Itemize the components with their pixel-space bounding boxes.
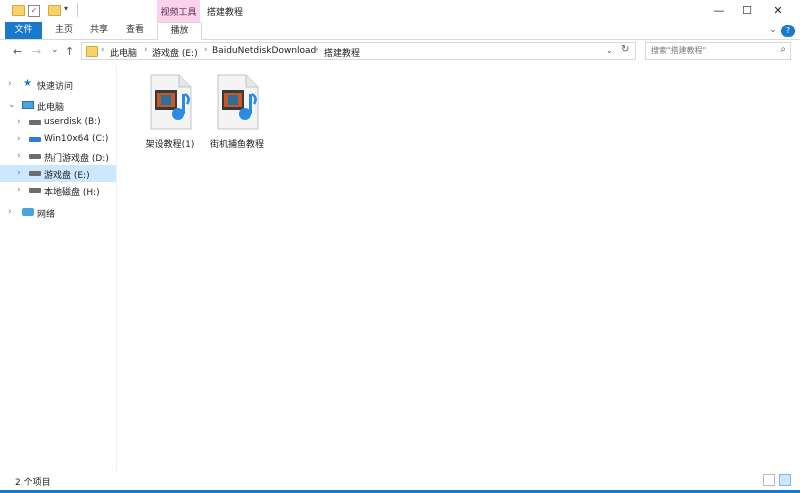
nav-quick-access[interactable]: › ★ 快速访问 xyxy=(0,76,116,93)
maximize-button[interactable]: ☐ xyxy=(731,0,763,22)
chevron-right-icon: › xyxy=(144,45,148,55)
nav-this-pc-label: 此电脑 xyxy=(37,103,65,113)
file-name: 架设教程(1) xyxy=(145,140,195,150)
drive-icon xyxy=(29,171,41,176)
chevron-right-icon[interactable]: › xyxy=(17,185,21,195)
nav-drive-label: 游戏盘 (E:) xyxy=(44,171,90,181)
close-button[interactable]: ✕ xyxy=(762,0,794,22)
item-count: 2 个项目 xyxy=(15,478,51,488)
help-icon[interactable]: ? xyxy=(781,25,795,37)
nav-drive-label: Win10x64 (C:) xyxy=(44,134,109,144)
breadcrumb-drive-e[interactable]: 游戏盘 (E:) xyxy=(152,46,198,59)
nav-network-label: 网络 xyxy=(37,210,56,220)
nav-drive-label: userdisk (B:) xyxy=(44,117,101,127)
drive-icon xyxy=(29,120,41,125)
chevron-right-icon: › xyxy=(315,45,319,55)
search-input[interactable] xyxy=(651,46,771,55)
chevron-right-icon: › xyxy=(204,45,208,55)
folder-icon xyxy=(12,5,25,16)
toolbar-divider xyxy=(77,3,78,17)
chevron-right-icon[interactable]: › xyxy=(17,134,21,144)
file-name: 街机捕鱼教程 xyxy=(209,140,264,150)
customize-toolbar-icon[interactable]: ▾ xyxy=(64,4,75,15)
nav-drive-label: 热门游戏盘 (D:) xyxy=(44,154,109,164)
video-file-icon xyxy=(217,74,259,130)
chevron-right-icon[interactable]: › xyxy=(8,207,12,217)
file-list: 架设教程(1) 街机捕鱼教程 xyxy=(117,66,800,471)
video-file-icon xyxy=(150,74,192,130)
tab-view[interactable]: 查看 xyxy=(120,22,150,39)
context-tab-group: 视频工具 xyxy=(157,0,200,22)
tab-home[interactable]: 主页 xyxy=(49,22,79,39)
address-bar[interactable]: › 此电脑 › 游戏盘 (E:) › BaiduNetdiskDownload … xyxy=(81,42,636,60)
address-row: ← → ⌄ ↑ › 此电脑 › 游戏盘 (E:) › BaiduNetdiskD… xyxy=(0,40,800,62)
search-icon: ⌕ xyxy=(780,44,786,55)
nav-quick-access-label: 快速访问 xyxy=(37,82,74,92)
address-dropdown-icon[interactable]: ⌄ xyxy=(606,46,613,55)
nav-drive-c[interactable]: › Win10x64 (C:) xyxy=(0,131,116,148)
back-icon[interactable]: ← xyxy=(13,45,22,58)
system-drive-icon xyxy=(29,137,41,142)
star-icon: ★ xyxy=(23,78,32,89)
nav-network[interactable]: › 网络 xyxy=(0,204,116,221)
computer-icon xyxy=(22,101,34,109)
forward-icon[interactable]: → xyxy=(32,45,41,58)
nav-drive-label: 本地磁盘 (H:) xyxy=(44,188,100,198)
properties-icon[interactable]: ✓ xyxy=(28,5,40,17)
breadcrumb-baidu[interactable]: BaiduNetdiskDownload xyxy=(212,46,316,56)
nav-drive-h[interactable]: › 本地磁盘 (H:) xyxy=(0,182,116,199)
chevron-right-icon[interactable]: › xyxy=(8,79,12,89)
file-item[interactable]: 街机捕鱼教程 xyxy=(202,74,272,164)
navigation-pane: › ★ 快速访问 ⌄ 此电脑 › userdisk (B:) › Win10x6… xyxy=(0,66,117,471)
context-tab-group-label: 视频工具 xyxy=(160,8,197,18)
nav-this-pc[interactable]: ⌄ 此电脑 xyxy=(0,97,116,114)
folder-icon xyxy=(86,46,98,57)
chevron-right-icon: › xyxy=(101,45,105,55)
expand-ribbon-icon[interactable]: ⌄ xyxy=(766,22,780,39)
chevron-right-icon[interactable]: › xyxy=(17,151,21,161)
refresh-icon[interactable]: ↻ xyxy=(621,44,629,55)
breadcrumb-current[interactable]: 搭建教程 xyxy=(324,46,360,59)
breadcrumb-this-pc[interactable]: 此电脑 xyxy=(110,46,137,59)
ribbon-tabs: 文件 主页 共享 查看 播放 ⌄ ? xyxy=(0,22,800,40)
recent-locations-icon[interactable]: ⌄ xyxy=(51,45,59,55)
title-bar: ✓ ▾ 视频工具 搭建教程 — ☐ ✕ xyxy=(0,0,800,22)
tab-file[interactable]: 文件 xyxy=(5,22,42,39)
chevron-down-icon[interactable]: ⌄ xyxy=(8,100,16,110)
nav-drive-e[interactable]: › 游戏盘 (E:) xyxy=(0,165,116,182)
up-icon[interactable]: ↑ xyxy=(65,45,74,58)
chevron-right-icon[interactable]: › xyxy=(17,117,21,127)
drive-icon xyxy=(29,154,41,159)
large-icons-view-icon[interactable] xyxy=(779,474,791,486)
tab-share[interactable]: 共享 xyxy=(84,22,114,39)
details-view-icon[interactable] xyxy=(763,474,775,486)
nav-drive-d[interactable]: › 热门游戏盘 (D:) xyxy=(0,148,116,165)
new-folder-icon[interactable] xyxy=(48,5,61,16)
network-icon xyxy=(22,208,34,216)
file-item[interactable]: 架设教程(1) xyxy=(135,74,205,164)
drive-icon xyxy=(29,188,41,193)
chevron-right-icon[interactable]: › xyxy=(17,168,21,178)
window-title: 搭建教程 xyxy=(207,8,244,18)
nav-drive-b[interactable]: › userdisk (B:) xyxy=(0,114,116,131)
search-box[interactable]: ⌕ xyxy=(645,42,791,60)
tab-play[interactable]: 播放 xyxy=(157,22,202,40)
